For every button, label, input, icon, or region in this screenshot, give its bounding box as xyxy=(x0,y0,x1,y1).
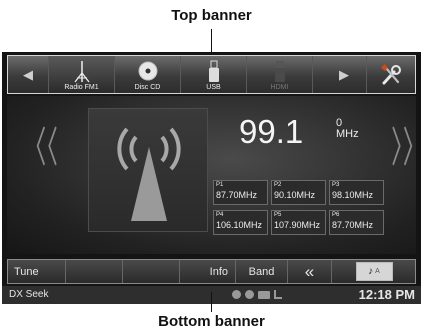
preset-frequency: 90.10MHz xyxy=(274,190,316,200)
preset-number: P2 xyxy=(274,182,282,188)
seek-up-button[interactable]: 〉〉 xyxy=(391,114,421,175)
hdmi-icon xyxy=(274,61,285,82)
source-disc-button[interactable]: Disc CD xyxy=(114,56,180,93)
battery-icon xyxy=(258,290,270,299)
clock: 12:18 PM xyxy=(358,287,415,302)
double-chevron-left-icon: « xyxy=(304,261,315,281)
next-source-button[interactable]: ▶ xyxy=(324,56,364,93)
frequency-unit: MHz xyxy=(336,128,359,140)
music-note-icon: ♪ xyxy=(368,266,374,277)
frequency-display: 99.1 0 MHz xyxy=(239,113,359,151)
preset-grid: P1 87.70MHz P2 90.10MHz P3 98.10MHz P4 1… xyxy=(213,180,385,236)
page-back-button[interactable]: « xyxy=(288,260,332,283)
band-label: Band xyxy=(248,265,275,278)
source-hdmi-button[interactable]: HDMI xyxy=(246,56,312,93)
preset-button-4[interactable]: P4 106.10MHz xyxy=(213,210,268,235)
preset-button-5[interactable]: P5 107.90MHz xyxy=(271,210,326,235)
arrow-right-icon: ▶ xyxy=(339,66,349,82)
top-banner: ◀ Radio FM1 Disc CD USB HDMI ▶ xyxy=(7,55,416,94)
preset-number: P5 xyxy=(274,212,282,218)
bluetooth-icon xyxy=(232,290,241,299)
source-usb-label: USB xyxy=(206,84,221,91)
disc-icon xyxy=(138,61,157,81)
preset-number: P1 xyxy=(216,182,224,188)
preset-button-1[interactable]: P1 87.70MHz xyxy=(213,180,268,205)
signal-strength-icon xyxy=(274,290,282,299)
frequency-value: 99.1 xyxy=(239,113,304,150)
double-chevron-left-icon: 〈〈 xyxy=(23,123,58,172)
preset-button-3[interactable]: P3 98.10MHz xyxy=(329,180,384,205)
preset-frequency: 107.90MHz xyxy=(274,220,321,230)
preset-frequency: 87.70MHz xyxy=(332,220,374,230)
tune-button[interactable]: Tune xyxy=(8,260,66,283)
preset-frequency: 87.70MHz xyxy=(216,190,258,200)
preset-number: P4 xyxy=(216,212,224,218)
head-unit-screen: ◀ Radio FM1 Disc CD USB HDMI ▶ 〈〈 99.1 0… xyxy=(2,52,421,304)
frequency-unit-block: 0 MHz xyxy=(336,118,359,140)
mode-letter: A xyxy=(375,268,380,275)
info-button[interactable]: Info xyxy=(180,260,236,283)
radio-main-area: 〈〈 99.1 0 MHz P1 87.70MHz P2 90.10MHz P3… xyxy=(7,96,421,254)
prev-source-button[interactable]: ◀ xyxy=(8,56,48,93)
preset-button-6[interactable]: P6 87.70MHz xyxy=(329,210,384,235)
display-mode-button[interactable]: ♪ A xyxy=(332,260,416,283)
phone-link-icon xyxy=(245,290,254,299)
display-mode-box: ♪ A xyxy=(355,262,393,281)
top-banner-divider xyxy=(312,56,313,93)
source-disc-label: Disc CD xyxy=(134,84,161,91)
preset-number: P6 xyxy=(332,212,340,218)
source-usb-button[interactable]: USB xyxy=(180,56,246,93)
preset-button-2[interactable]: P2 90.10MHz xyxy=(271,180,326,205)
bottom-banner-callout: Bottom banner xyxy=(158,313,265,330)
wrench-screwdriver-icon xyxy=(380,63,401,84)
antenna-icon xyxy=(73,61,90,83)
source-radio-label: Radio FM1 xyxy=(64,84,99,91)
station-artwork xyxy=(88,108,208,232)
bottom-banner: Tune Info Band « ♪ A xyxy=(7,259,416,284)
top-banner-leader-line xyxy=(211,29,212,53)
preset-frequency: 106.10MHz xyxy=(216,220,263,230)
info-label: Info xyxy=(209,265,228,278)
tune-label: Tune xyxy=(14,265,39,278)
empty-function-button-1[interactable] xyxy=(66,260,123,283)
status-icons xyxy=(232,290,282,299)
preset-frequency: 98.10MHz xyxy=(332,190,374,200)
bottom-banner-leader-line xyxy=(211,292,212,312)
dx-seek-status: DX Seek xyxy=(9,289,49,300)
empty-function-button-2[interactable] xyxy=(123,260,180,283)
settings-button[interactable] xyxy=(366,56,415,93)
double-chevron-right-icon: 〉〉 xyxy=(391,123,421,172)
seek-down-button[interactable]: 〈〈 xyxy=(23,114,58,175)
preset-number: P3 xyxy=(332,182,340,188)
band-button[interactable]: Band xyxy=(236,260,288,283)
usb-icon xyxy=(208,60,219,82)
top-banner-callout: Top banner xyxy=(171,7,252,24)
arrow-left-icon: ◀ xyxy=(23,66,33,82)
broadcast-tower-icon xyxy=(117,127,181,221)
source-hdmi-label: HDMI xyxy=(270,84,289,91)
source-radio-button[interactable]: Radio FM1 xyxy=(48,56,114,93)
